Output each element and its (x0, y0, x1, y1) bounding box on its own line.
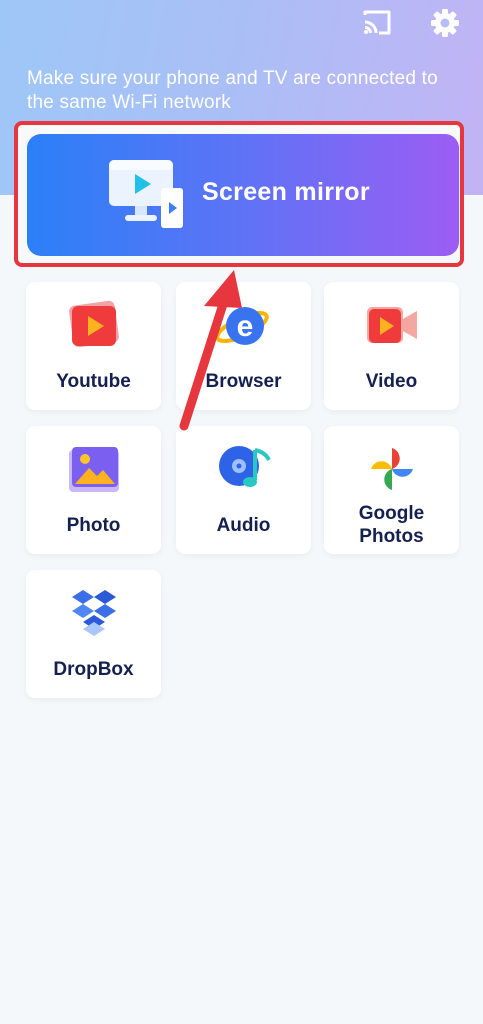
tile-label: DropBox (53, 659, 134, 680)
wifi-notice: Make sure your phone and TV are connecte… (27, 68, 438, 113)
gear-icon[interactable] (428, 6, 462, 40)
photo-icon (63, 438, 125, 500)
dropbox-icon (63, 582, 125, 644)
google-photos-icon (361, 438, 423, 500)
audio-icon (213, 438, 275, 500)
youtube-icon (63, 294, 125, 356)
tile-google-photos[interactable]: Google Photos (324, 426, 459, 554)
tile-label: Video (365, 371, 418, 392)
tile-video[interactable]: Video (324, 282, 459, 410)
video-icon (361, 294, 423, 356)
screen-mirror-button[interactable]: Screen mirror (27, 134, 459, 256)
annotation-arrow (179, 270, 242, 431)
screen-mirror-label: Screen mirror (202, 178, 370, 206)
tile-label: Youtube (56, 371, 131, 392)
tile-audio[interactable]: Audio (176, 426, 311, 554)
tile-label: Audio (216, 515, 271, 536)
tile-youtube[interactable]: Youtube (26, 282, 161, 410)
cast-icon[interactable] (360, 6, 394, 40)
screen-mirror-icon (107, 158, 187, 234)
tile-dropbox[interactable]: DropBox (26, 570, 161, 698)
tile-label: Google Photos (358, 503, 425, 547)
tile-label: Photo (66, 515, 121, 536)
tile-photo[interactable]: Photo (26, 426, 161, 554)
